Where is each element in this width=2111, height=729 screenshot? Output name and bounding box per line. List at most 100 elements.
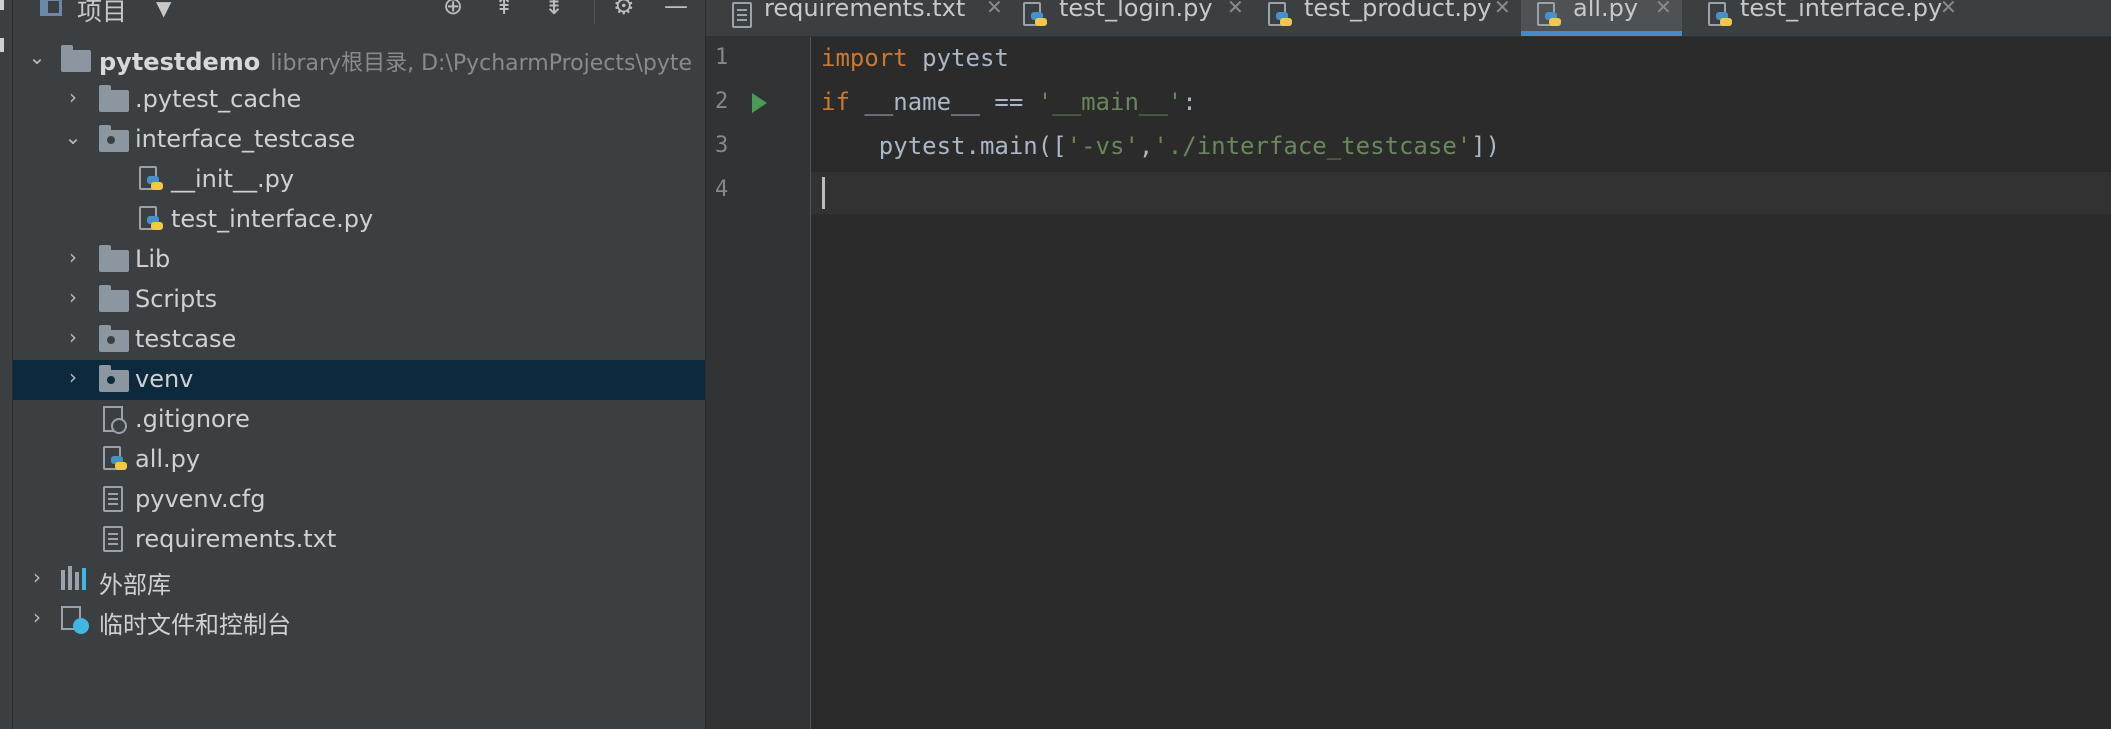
chevron-right-icon[interactable]: ›	[63, 365, 83, 389]
tree-item-scratches[interactable]: › 临时文件和控制台	[13, 600, 705, 640]
tool-window-tab-marker[interactable]	[0, 38, 4, 52]
tree-item-gitignore[interactable]: .gitignore	[13, 400, 705, 440]
collapse-all-icon[interactable]: ⇟	[544, 0, 564, 20]
package-folder-icon	[99, 125, 129, 152]
tree-item-label: Scripts	[135, 285, 218, 313]
tree-item-label: requirements.txt	[135, 525, 337, 553]
package-folder-icon	[99, 325, 129, 352]
tab-label: test_login.py	[1059, 0, 1213, 22]
tree-item-test-interface-py[interactable]: test_interface.py	[13, 200, 705, 240]
tree-item-pyvenv-cfg[interactable]: pyvenv.cfg	[13, 480, 705, 520]
chevron-right-icon[interactable]: ›	[63, 245, 83, 269]
tab-test-interface-py[interactable]: test_interface.py ✕	[1700, 0, 1960, 36]
tree-item-label: 外部库	[99, 571, 171, 599]
tab-requirements-txt[interactable]: requirements.txt ✕	[726, 0, 1008, 36]
gear-icon[interactable]: ⚙	[613, 0, 635, 20]
tab-all-py[interactable]: all.py ✕	[1521, 0, 1682, 36]
tree-item-external-libraries[interactable]: › 外部库	[13, 560, 705, 600]
tree-item-label: pyvenv.cfg	[135, 485, 266, 513]
chevron-right-icon[interactable]: ›	[63, 85, 83, 109]
code-line-2[interactable]: if __name__ == '__main__':	[821, 88, 1197, 116]
python-file-icon	[103, 446, 127, 474]
expand-all-icon[interactable]: ⇞	[494, 0, 514, 20]
folder-icon	[99, 285, 129, 312]
folder-icon	[61, 45, 91, 72]
git-file-icon	[103, 406, 127, 434]
line-number: 2	[715, 89, 729, 114]
tree-item-path: library根目录, D:\PycharmProjects\pyte	[270, 51, 693, 76]
folder-icon	[99, 85, 129, 112]
tree-item-requirements-txt[interactable]: requirements.txt	[13, 520, 705, 560]
scratch-icon	[61, 606, 89, 634]
code-line-3[interactable]: pytest.main(['-vs','./interface_testcase…	[821, 132, 1500, 160]
chevron-down-icon[interactable]: ▼	[156, 0, 171, 20]
tree-item-label: pytestdemo	[99, 48, 261, 76]
close-icon[interactable]: ✕	[1494, 0, 1511, 19]
left-tool-strip	[0, 0, 13, 729]
close-icon[interactable]: ✕	[1655, 0, 1672, 19]
tree-item-venv[interactable]: › venv	[13, 360, 705, 400]
chevron-down-icon[interactable]: ⌄	[63, 125, 83, 149]
chevron-down-icon[interactable]: ⌄	[27, 45, 47, 69]
tree-item-interface-testcase[interactable]: ⌄ interface_testcase	[13, 120, 705, 160]
locate-icon[interactable]: ⊕	[443, 0, 463, 20]
project-panel-title[interactable]: 项目	[77, 0, 127, 28]
python-file-icon	[139, 166, 163, 194]
tab-label: requirements.txt	[764, 0, 966, 22]
package-folder-icon	[99, 365, 129, 392]
chevron-right-icon[interactable]: ›	[27, 565, 47, 589]
text-file-icon	[732, 2, 752, 28]
tree-item-pytestdemo[interactable]: ⌄ pytestdemo library根目录, D:\PycharmProjec…	[13, 40, 705, 80]
close-icon[interactable]: ✕	[1940, 0, 1957, 19]
project-panel: 项目 ▼ ⊕ ⇞ ⇟ ⚙ — ⌄ pytestdemo library根目录, D…	[13, 0, 705, 729]
python-file-icon	[1023, 2, 1047, 30]
library-icon	[61, 566, 87, 590]
project-window-icon	[40, 0, 62, 16]
tree-item-all-py[interactable]: all.py	[13, 440, 705, 480]
tree-item-label: Lib	[135, 245, 171, 273]
python-file-icon	[1708, 2, 1732, 30]
editor-tab-bar: requirements.txt ✕ test_login.py ✕ test_…	[706, 0, 2111, 37]
chevron-right-icon[interactable]: ›	[63, 285, 83, 309]
folder-icon	[99, 245, 129, 272]
tree-item-label: testcase	[135, 325, 237, 353]
tree-item-testcase[interactable]: › testcase	[13, 320, 705, 360]
close-icon[interactable]: ✕	[986, 0, 1003, 19]
code-line-1[interactable]: import pytest	[821, 44, 1009, 72]
current-line-highlight	[811, 172, 2111, 214]
tab-test-login-py[interactable]: test_login.py ✕	[1019, 0, 1247, 36]
text-caret	[822, 177, 825, 209]
line-number: 3	[715, 133, 729, 158]
text-file-icon	[103, 486, 123, 512]
line-number: 4	[715, 177, 729, 202]
tree-item-label: test_interface.py	[171, 205, 374, 233]
text-file-icon	[103, 526, 123, 552]
chevron-right-icon[interactable]: ›	[27, 605, 47, 629]
python-file-icon	[1268, 2, 1292, 30]
tab-label: test_product.py	[1304, 0, 1492, 22]
tree-item-label: interface_testcase	[135, 125, 356, 153]
tree-item-scripts[interactable]: › Scripts	[13, 280, 705, 320]
tool-window-tab-marker[interactable]	[0, 0, 4, 10]
run-icon[interactable]	[752, 93, 767, 113]
tree-item-pytest-cache[interactable]: › .pytest_cache	[13, 80, 705, 120]
close-icon[interactable]: ✕	[1227, 0, 1244, 19]
line-number: 1	[715, 45, 729, 70]
python-file-icon	[139, 206, 163, 234]
tab-label: all.py	[1573, 0, 1639, 22]
chevron-right-icon[interactable]: ›	[63, 325, 83, 349]
tree-item-init-py[interactable]: __init__.py	[13, 160, 705, 200]
tree-item-label: __init__.py	[171, 165, 295, 193]
tab-test-product-py[interactable]: test_product.py ✕	[1264, 0, 1512, 36]
tree-item-label: all.py	[135, 445, 201, 473]
python-file-icon	[1537, 2, 1561, 30]
tree-item-label: 临时文件和控制台	[99, 611, 291, 639]
tab-label: test_interface.py	[1740, 0, 1943, 22]
header-divider	[594, 0, 595, 24]
tree-item-label: .pytest_cache	[135, 85, 302, 113]
tree-item-label: venv	[135, 365, 194, 393]
tree-item-lib[interactable]: › Lib	[13, 240, 705, 280]
hide-panel-icon[interactable]: —	[664, 0, 688, 20]
tree-item-label: .gitignore	[135, 405, 250, 433]
project-panel-header: 项目 ▼ ⊕ ⇞ ⇟ ⚙ —	[13, 0, 705, 26]
